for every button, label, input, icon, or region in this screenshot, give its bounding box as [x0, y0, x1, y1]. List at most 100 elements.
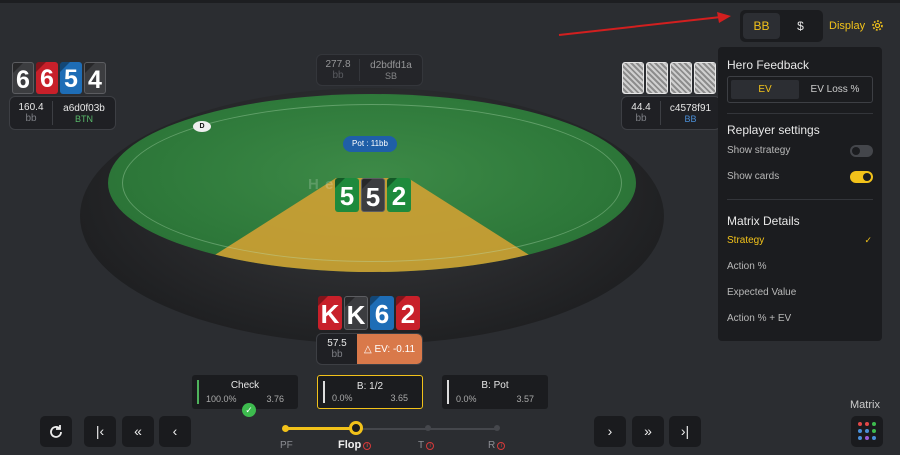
- player-name: d2bdfd1a: [370, 59, 412, 71]
- feedback-tabs: EV EV Loss %: [727, 76, 873, 103]
- action-option-bet-pot[interactable]: B: Pot 0.0% 3.57: [442, 375, 548, 409]
- matrix-option-expected-value[interactable]: Expected Value: [727, 287, 796, 298]
- info-icon: i: [497, 442, 506, 450]
- option-label: Check: [230, 380, 260, 391]
- player-hero-box[interactable]: 57.5 bb △ EV: -0.11: [316, 333, 423, 365]
- card-back: [646, 62, 668, 94]
- player-stack: 277.8: [325, 59, 351, 70]
- slider-dot-turn[interactable]: [425, 425, 431, 431]
- last-action-button[interactable]: ›|: [669, 416, 701, 447]
- player-position: SB: [384, 70, 397, 81]
- reset-button[interactable]: [40, 416, 72, 447]
- chevron-left-icon: ‹: [172, 423, 178, 439]
- option-label: B: Pot: [481, 380, 509, 391]
- display-button[interactable]: Display: [829, 19, 884, 32]
- player-stack: 57.5: [327, 338, 347, 349]
- slider-handle-flop[interactable]: [349, 421, 363, 435]
- divider: [727, 199, 873, 200]
- hero-hole-cards: K K 6 2: [318, 296, 420, 330]
- matrix-option-action-pct-ev[interactable]: Action % + EV: [727, 313, 791, 324]
- hole-card: K: [344, 296, 368, 330]
- matrix-option-action-pct[interactable]: Action %: [727, 261, 766, 272]
- replayer-settings-heading: Replayer settings: [727, 123, 820, 137]
- slider-dot-river[interactable]: [494, 425, 500, 431]
- hole-card: 2: [396, 296, 420, 330]
- player-name: a6d0f03b: [63, 102, 105, 114]
- player-position: BTN: [75, 113, 93, 124]
- option-frequency: 100.0%: [206, 394, 237, 404]
- first-action-button[interactable]: |‹: [84, 416, 116, 447]
- double-chevron-left-icon: «: [134, 423, 142, 439]
- card-back: [670, 62, 692, 94]
- hole-card: 6: [36, 62, 58, 94]
- player-stack: 160.4: [18, 102, 44, 113]
- card-back: [694, 62, 716, 94]
- option-ev: 3.57: [516, 394, 534, 404]
- show-strategy-label: Show strategy: [727, 145, 791, 156]
- hole-card: 5: [60, 62, 82, 94]
- player-btn-box[interactable]: 160.4 bb a6d0f03b BTN: [9, 96, 116, 130]
- show-strategy-toggle[interactable]: [850, 145, 873, 157]
- player-bb-box[interactable]: 44.4 bb c4578f91 BB: [621, 96, 721, 130]
- prev-action-button[interactable]: ‹: [159, 416, 191, 447]
- option-frequency: 0.0%: [456, 394, 477, 404]
- show-cards-toggle[interactable]: [850, 171, 873, 183]
- show-cards-label: Show cards: [727, 171, 780, 182]
- gear-icon: [872, 20, 883, 31]
- info-icon: i: [363, 442, 372, 450]
- street-name: T: [418, 440, 425, 451]
- hero-ev-badge: △ EV: -0.11: [363, 343, 416, 355]
- street-slider-fill: [286, 427, 356, 430]
- tab-ev[interactable]: EV: [731, 80, 799, 99]
- display-settings-panel: Hero Feedback EV EV Loss % Replayer sett…: [718, 47, 882, 341]
- slider-dot-pf[interactable]: [282, 425, 289, 432]
- unit-toggle[interactable]: BB $: [740, 10, 823, 42]
- stack-unit: bb: [331, 349, 343, 360]
- board-card: 5: [335, 178, 359, 212]
- matrix-label: Matrix: [850, 399, 880, 411]
- grid-dots-icon: [858, 422, 876, 440]
- action-option-bet-half[interactable]: B: 1/2 0.0% 3.65: [317, 375, 423, 409]
- player-sb-box[interactable]: 277.8 bb d2bdfd1a SB: [316, 54, 423, 86]
- board-card: 5: [361, 178, 385, 212]
- matrix-button[interactable]: [851, 416, 883, 447]
- bb-hole-cards: [622, 62, 716, 94]
- option-ev: 3.65: [390, 393, 408, 403]
- board-cards: 5 5 2: [335, 178, 411, 212]
- hero-feedback-heading: Hero Feedback: [727, 58, 810, 72]
- street-label-flop[interactable]: Flop i: [338, 439, 372, 451]
- street-name: Flop: [338, 439, 362, 451]
- next-action-button[interactable]: ›: [594, 416, 626, 447]
- option-frequency: 0.0%: [332, 393, 353, 403]
- top-border: [0, 0, 900, 3]
- double-chevron-right-icon: »: [644, 423, 652, 439]
- display-label: Display: [829, 19, 866, 32]
- dealer-button: D: [193, 121, 211, 132]
- tab-ev-loss[interactable]: EV Loss %: [801, 80, 869, 99]
- btn-hole-cards: 6 6 5 4: [12, 62, 106, 94]
- gto-check-icon: ✓: [242, 403, 256, 417]
- hole-card: 6: [370, 296, 394, 330]
- street-label-turn[interactable]: Ti: [418, 440, 435, 451]
- skip-end-icon: ›|: [680, 423, 690, 439]
- street-label-pf[interactable]: PF: [280, 440, 293, 451]
- matrix-option-strategy[interactable]: Strategy: [727, 235, 764, 246]
- toggle-knob: [852, 147, 860, 155]
- stack-unit: bb: [332, 70, 344, 81]
- chevron-right-icon: ›: [607, 423, 613, 439]
- selected-check-icon: ✓: [864, 235, 872, 245]
- unit-bb-option[interactable]: BB: [743, 13, 780, 39]
- unit-dollar-option[interactable]: $: [782, 13, 819, 39]
- stack-unit: bb: [635, 113, 647, 124]
- skip-start-icon: |‹: [95, 423, 105, 439]
- refresh-icon: [50, 425, 62, 438]
- toggle-knob: [863, 173, 871, 181]
- stack-unit: bb: [25, 113, 37, 124]
- card-back: [622, 62, 644, 94]
- annotation-arrow: [558, 12, 731, 36]
- player-stack: 44.4: [631, 102, 651, 113]
- next-street-button[interactable]: »: [632, 416, 664, 447]
- matrix-details-heading: Matrix Details: [727, 214, 800, 228]
- prev-street-button[interactable]: «: [122, 416, 154, 447]
- street-label-river[interactable]: Ri: [488, 440, 506, 451]
